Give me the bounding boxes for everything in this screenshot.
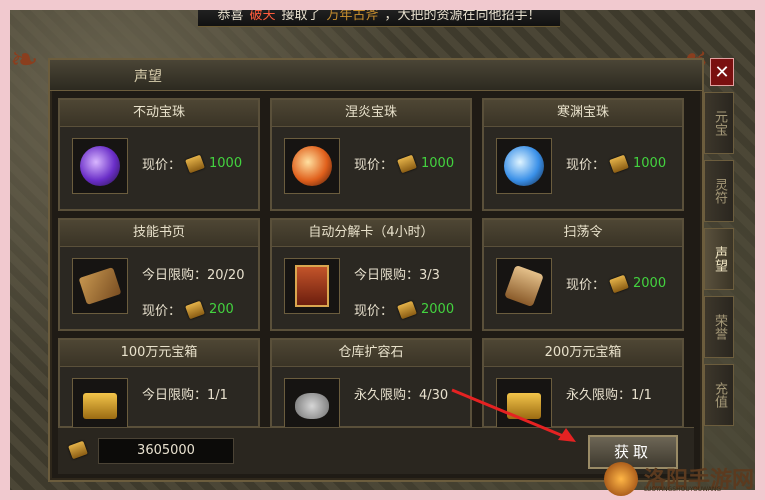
price-row: 现价： 1000 (142, 154, 242, 173)
item-title: 不动宝珠 (60, 100, 258, 127)
purchase-limit: 今日限购：1/1 (142, 388, 228, 403)
price-row: 现价： 2000 (354, 300, 454, 319)
panel-title: 声望 (134, 69, 162, 85)
coin-icon (185, 154, 205, 173)
price-label: 现价： (354, 158, 394, 173)
watermark-logo-icon (604, 462, 638, 496)
panel-header: 声望 (50, 60, 702, 91)
coin-icon (397, 300, 417, 319)
price-value: 200 (209, 302, 234, 317)
price-row: 现价： 2000 (566, 274, 666, 293)
item-card[interactable]: 技能书页 今日限购：20/20 现价： 200 (58, 218, 260, 331)
banner-middle: 接取了 (281, 7, 321, 23)
coin-icon (68, 440, 88, 460)
purchase-limit: 永久限购：1/1 (566, 388, 652, 403)
token-icon (496, 258, 552, 314)
item-card[interactable]: 200万元宝箱 永久限购：1/1 (482, 338, 684, 434)
price-value: 1000 (421, 156, 455, 171)
close-button[interactable]: ✕ (710, 58, 734, 86)
tab-honor[interactable]: 荣誉 (704, 296, 734, 358)
price-row: 现价： 200 (142, 300, 234, 319)
card-icon (284, 258, 340, 314)
item-card[interactable]: 涅炎宝珠 现价： 1000 (270, 98, 472, 211)
item-title: 技能书页 (60, 220, 258, 247)
purchase-limit: 永久限购：4/30 (354, 388, 449, 403)
purple-orb-icon (72, 138, 128, 194)
ice-orb-icon (496, 138, 552, 194)
scroll-icon (72, 258, 128, 314)
reputation-balance: 3605000 (98, 438, 234, 464)
reputation-panel: 声望 不动宝珠 现价： 1000 涅炎宝珠 现价： 1000 寒渊宝珠 现价： … (48, 58, 704, 482)
item-title: 涅炎宝珠 (272, 100, 470, 127)
watermark-subtext: LUOYANGSHOUYOUWANG (644, 486, 722, 493)
site-watermark: 洛阳手游网 LUOYANGSHOUYOUWANG (600, 462, 760, 496)
announcement-banner: 恭喜 破天 接取了 万年古斧 ，大把的资源在向他招手！ (198, 0, 560, 27)
price-label: 现价： (142, 304, 182, 319)
price-value: 2000 (421, 302, 455, 317)
tab-reputation[interactable]: 声望 (704, 228, 734, 290)
purchase-limit: 今日限购：3/3 (354, 268, 440, 283)
tab-lingfu[interactable]: 灵符 (704, 160, 734, 222)
item-card[interactable]: 自动分解卡（4小时） 今日限购：3/3 现价： 2000 (270, 218, 472, 331)
banner-player: 破天 (249, 7, 276, 23)
price-label: 现价： (566, 278, 606, 293)
item-card[interactable]: 仓库扩容石 永久限购：4/30 (270, 338, 472, 434)
side-tabs: 元宝 灵符 声望 荣誉 充值 (704, 92, 734, 432)
banner-suffix: ，大把的资源在向他招手！ (384, 7, 541, 23)
item-title: 扫荡令 (484, 220, 682, 247)
coin-icon (609, 154, 629, 173)
item-card[interactable]: 扫荡令 现价： 2000 (482, 218, 684, 331)
purchase-limit: 今日限购：20/20 (142, 268, 245, 283)
price-value: 1000 (209, 156, 243, 171)
stone-icon (284, 378, 340, 434)
tab-recharge[interactable]: 充值 (704, 364, 734, 426)
bottom-bar: 3605000 获取 (58, 427, 694, 474)
item-card[interactable]: 100万元宝箱 今日限购：1/1 (58, 338, 260, 434)
price-label: 现价： (354, 304, 394, 319)
item-title: 200万元宝箱 (484, 340, 682, 367)
fire-orb-icon (284, 138, 340, 194)
treasure-chest-icon (496, 378, 552, 434)
price-label: 现价： (566, 158, 606, 173)
treasure-chest-icon (72, 378, 128, 434)
item-card[interactable]: 不动宝珠 现价： 1000 (58, 98, 260, 211)
price-row: 现价： 1000 (566, 154, 666, 173)
price-value: 2000 (633, 276, 667, 291)
price-label: 现价： (142, 158, 182, 173)
item-title: 寒渊宝珠 (484, 100, 682, 127)
tab-yuanbao[interactable]: 元宝 (704, 92, 734, 154)
price-row: 现价： 1000 (354, 154, 454, 173)
banner-prefix: 恭喜 (217, 7, 244, 23)
item-card[interactable]: 寒渊宝珠 现价： 1000 (482, 98, 684, 211)
banner-quest: 万年古斧 (326, 7, 379, 23)
coin-icon (397, 154, 417, 173)
item-title: 100万元宝箱 (60, 340, 258, 367)
item-title: 仓库扩容石 (272, 340, 470, 367)
price-value: 1000 (633, 156, 667, 171)
item-title: 自动分解卡（4小时） (272, 220, 470, 247)
coin-icon (185, 300, 205, 319)
coin-icon (609, 274, 629, 293)
